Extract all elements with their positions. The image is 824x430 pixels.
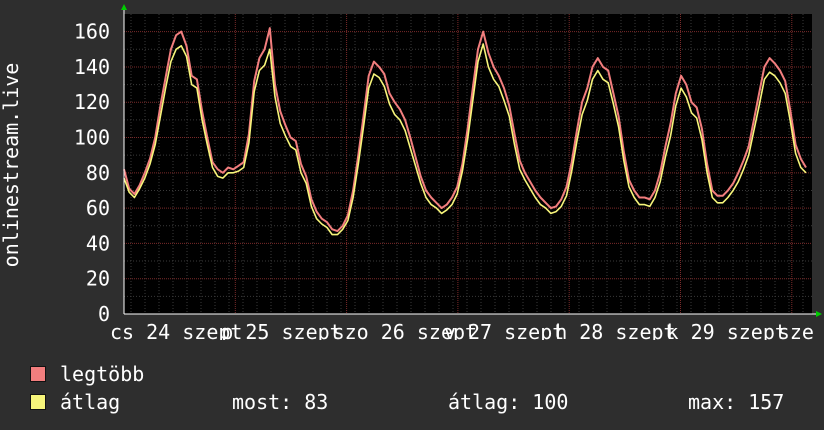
stat-most: most: 83: [232, 390, 329, 414]
y-axis-arrow: [121, 4, 127, 10]
chart-root: onlinestream.live 0 20 40 60 80 100 120 140 160 c…: [0, 0, 824, 430]
x-tick-label: h 28 szept: [555, 320, 675, 340]
y-tick-label: 40: [86, 231, 110, 255]
y-tick-label: 100: [74, 126, 110, 150]
x-tick-label: p 25 szept: [221, 320, 341, 340]
stat-atlag: átlag: 100: [448, 390, 569, 414]
chart-plot: onlinestream.live 020406080100120140160c…: [0, 4, 824, 340]
plot-area: [124, 14, 812, 314]
y-tick-label: 0: [98, 302, 110, 326]
y-tick-label: 60: [86, 196, 110, 220]
x-tick-label: sze 30 szept: [778, 320, 824, 340]
y-tick-label: 140: [74, 55, 110, 79]
y-tick-label: 160: [74, 20, 110, 44]
legend-label-atlag: átlag: [60, 390, 121, 414]
stat-max: max: 157: [688, 390, 785, 414]
legend-label-legtobb: legtöbb: [60, 362, 145, 386]
x-axis-arrow: [816, 311, 822, 317]
x-tick-label: k 29 szept: [667, 320, 787, 340]
x-tick-label: v 27 szept: [444, 320, 564, 340]
y-tick-label: 80: [86, 161, 110, 185]
legend-swatch-legtobb: [30, 366, 46, 382]
legend-swatch-atlag: [30, 394, 46, 410]
y-tick-label: 120: [74, 90, 110, 114]
y-tick-label: 20: [86, 267, 110, 291]
y-axis-label: onlinestream.live: [0, 63, 23, 268]
